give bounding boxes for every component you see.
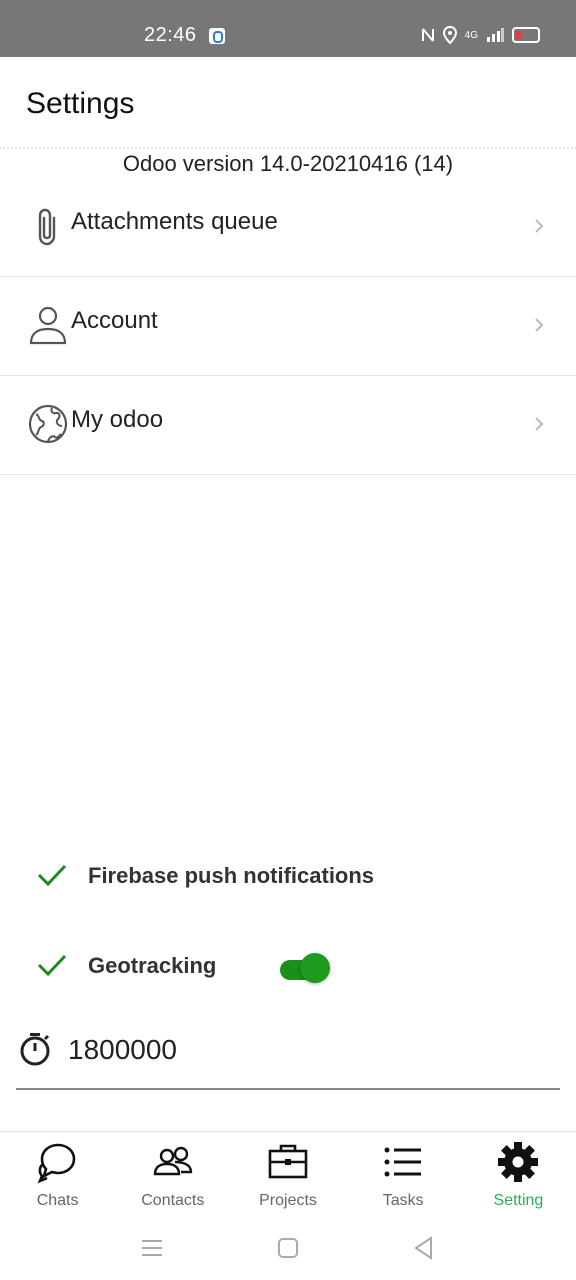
signal-icon	[487, 28, 504, 42]
nfc-icon	[421, 28, 434, 42]
app-notification-icon	[209, 28, 225, 44]
interval-value: 1800000	[68, 1034, 178, 1065]
status-bar: 22:46 4G	[0, 0, 576, 57]
location-icon	[442, 26, 457, 44]
chevron-right-icon	[535, 417, 544, 431]
geotracking-option[interactable]: Geotracking	[0, 941, 576, 989]
menu-item-attachments-queue[interactable]: Attachments queue	[0, 178, 576, 277]
geotracking-label: Geotracking	[88, 953, 217, 978]
firebase-label: Firebase push notifications	[88, 863, 375, 888]
tab-label: Projects	[259, 1192, 317, 1209]
person-icon	[29, 306, 67, 345]
timer-icon	[20, 1033, 50, 1066]
system-nav-bar	[0, 1221, 576, 1280]
version-text: Odoo version 14.0-20210416 (14)	[122, 151, 454, 176]
tab-chats[interactable]: Chats	[0, 1132, 115, 1222]
recent-apps-icon[interactable]	[139, 1235, 165, 1261]
tab-setting[interactable]: Setting	[461, 1132, 576, 1222]
tab-tasks[interactable]: Tasks	[346, 1132, 461, 1222]
tab-projects[interactable]: Projects	[230, 1132, 345, 1222]
chat-bubbles-icon	[37, 1143, 75, 1184]
checkmark-icon	[37, 954, 67, 977]
briefcase-icon	[268, 1144, 308, 1179]
toggle-thumb	[300, 953, 330, 983]
chevron-right-icon	[535, 219, 544, 233]
list-icon	[384, 1147, 422, 1177]
checkmark-icon	[37, 864, 67, 887]
paperclip-icon	[38, 208, 56, 246]
geotracking-toggle[interactable]	[278, 953, 332, 985]
signal-label: 4G	[464, 29, 478, 41]
globe-icon	[28, 404, 68, 444]
gear-icon	[498, 1142, 539, 1182]
tab-contacts[interactable]: Contacts	[115, 1132, 230, 1222]
bottom-tab-bar: Chats Contacts Projects Tasks Setting	[0, 1131, 576, 1222]
status-icons: 4G	[421, 26, 540, 44]
status-time: 22:46	[144, 24, 197, 46]
home-icon[interactable]	[275, 1235, 301, 1261]
menu-item-label: Attachments queue	[71, 208, 278, 235]
firebase-option[interactable]: Firebase push notifications	[0, 851, 576, 899]
menu-item-label: Account	[71, 307, 158, 334]
menu-item-label: My odoo	[71, 406, 164, 433]
contacts-icon	[153, 1146, 192, 1176]
interval-field[interactable]: 1800000	[16, 1020, 560, 1090]
tab-label: Tasks	[382, 1192, 424, 1209]
menu-item-account[interactable]: Account	[0, 277, 576, 376]
tab-label: Chats	[36, 1192, 79, 1209]
battery-icon	[512, 27, 540, 43]
app-header: Settings	[0, 57, 576, 149]
tab-label: Contacts	[141, 1192, 205, 1209]
chevron-right-icon	[535, 318, 544, 332]
tab-label: Setting	[493, 1192, 544, 1209]
back-icon[interactable]	[411, 1235, 437, 1261]
menu-item-my-odoo[interactable]: My odoo	[0, 376, 576, 475]
page-title: Settings	[26, 87, 135, 120]
